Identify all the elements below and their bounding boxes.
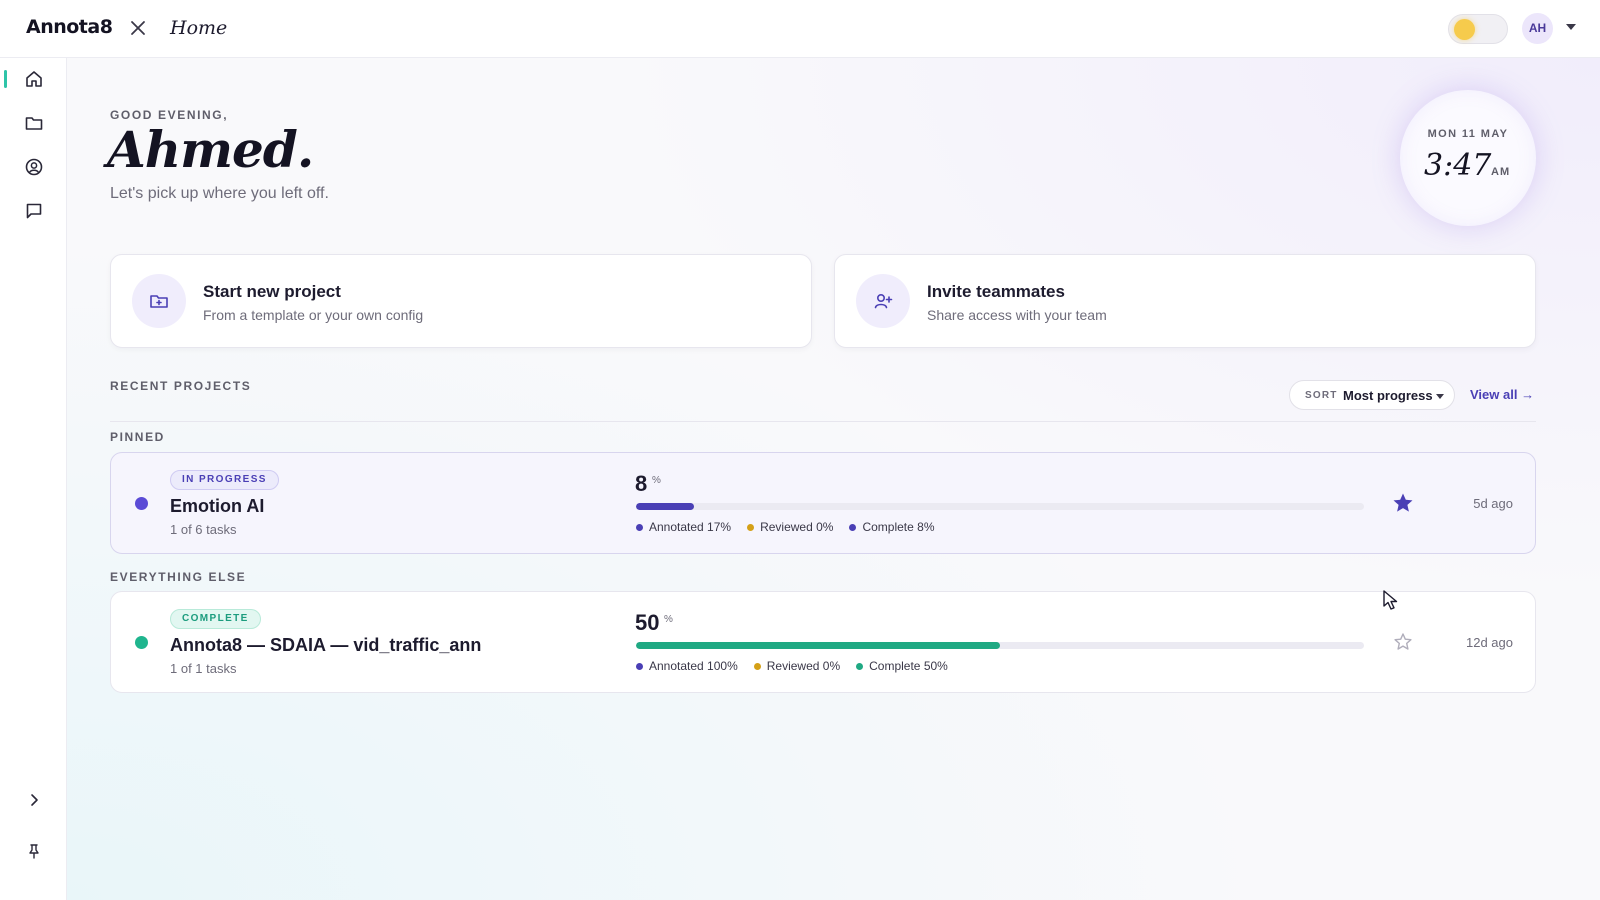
expand-sidebar-button[interactable] — [22, 788, 46, 812]
sidebar — [0, 58, 67, 900]
sort-dropdown[interactable]: SORT Most progress — [1289, 380, 1455, 410]
home-icon — [26, 71, 42, 87]
last-updated: 12d ago — [1466, 635, 1513, 650]
progress-percent: 50 — [635, 610, 660, 635]
everything-else-heading: EVERYTHING ELSE — [110, 570, 247, 584]
sidebar-item-account[interactable] — [22, 155, 46, 179]
legend-annotated: Annotated 17% — [636, 520, 731, 534]
folder-icon — [25, 117, 43, 130]
sun-icon — [1454, 19, 1475, 40]
last-updated: 5d ago — [1473, 496, 1513, 511]
project-tasks: 1 of 6 tasks — [170, 522, 237, 537]
pinned-heading: PINNED — [110, 430, 165, 444]
chevron-down-icon — [1436, 394, 1444, 399]
clock-date: MON 11 MAY — [1427, 128, 1509, 140]
close-icon[interactable] — [128, 18, 148, 38]
progress-fill — [636, 503, 695, 510]
star-outline-icon[interactable] — [1391, 630, 1415, 654]
legend-complete: Complete 50% — [856, 659, 948, 673]
progress-percent: 8 — [635, 471, 648, 496]
legend-complete: Complete 8% — [849, 520, 935, 534]
chevron-right-icon — [31, 794, 38, 806]
top-bar: Annota8 Home AH — [0, 0, 1600, 58]
percent-sign: % — [664, 614, 673, 625]
percent-sign: % — [652, 475, 661, 486]
legend-reviewed: Reviewed 0% — [753, 659, 840, 673]
clock-widget: MON 11 MAY 3:47 AM — [1400, 90, 1536, 226]
greeting-subtitle: Let's pick up where you left off. — [110, 185, 329, 202]
invite-teammates-card[interactable]: Invite teammates Share access with your … — [834, 254, 1536, 348]
project-tasks: 1 of 1 tasks — [170, 661, 237, 676]
greeting-name: Ahmed. — [107, 120, 314, 179]
active-indicator — [4, 70, 7, 88]
message-icon — [26, 203, 42, 219]
project-row-vid-traffic[interactable]: COMPLETE Annota8 — SDAIA — vid_traffic_a… — [110, 591, 1536, 693]
theme-toggle[interactable] — [1448, 14, 1508, 44]
status-dot — [135, 497, 148, 510]
avatar[interactable]: AH — [1522, 13, 1553, 44]
star-filled-icon[interactable] — [1391, 491, 1415, 515]
progress-bar — [636, 503, 1364, 510]
sidebar-item-projects[interactable] — [22, 111, 46, 135]
action-title: Start new project — [203, 282, 341, 301]
sidebar-item-home[interactable] — [22, 67, 46, 91]
sort-key: SORT — [1305, 390, 1338, 401]
divider — [110, 421, 1536, 422]
sidebar-item-messages[interactable] — [22, 199, 46, 223]
view-all-link[interactable]: View all → — [1470, 387, 1534, 402]
progress-fill — [636, 642, 1000, 649]
start-new-project-card[interactable]: Start new project From a template or you… — [110, 254, 812, 348]
recent-projects-heading: RECENT PROJECTS — [110, 379, 252, 393]
status-dot — [135, 636, 148, 649]
project-row-emotion-ai[interactable]: IN PROGRESS Emotion AI 1 of 6 tasks 8 % … — [110, 452, 1536, 554]
chevron-down-icon[interactable] — [1566, 24, 1576, 30]
breadcrumb: Home — [170, 17, 228, 39]
pin-sidebar-button[interactable] — [22, 839, 46, 863]
main-content: GOOD EVENING, Ahmed. Let's pick up where… — [67, 58, 1600, 900]
action-subtitle: Share access with your team — [927, 307, 1107, 323]
clock-ampm: AM — [1491, 166, 1511, 178]
status-badge: COMPLETE — [170, 609, 261, 629]
user-plus-icon — [856, 274, 910, 328]
app-logo[interactable]: Annota8 — [26, 16, 113, 38]
project-name: Annota8 — SDAIA — vid_traffic_ann — [170, 635, 482, 655]
pin-icon — [29, 844, 39, 859]
action-subtitle: From a template or your own config — [203, 307, 424, 323]
sort-value: Most progress — [1343, 388, 1433, 403]
progress-legend: Annotated 100% Reviewed 0% Complete 50% — [636, 659, 948, 673]
progress-legend: Annotated 17% Reviewed 0% Complete 8% — [636, 520, 935, 534]
status-badge: IN PROGRESS — [170, 470, 279, 490]
legend-annotated: Annotated 100% — [636, 659, 738, 673]
legend-reviewed: Reviewed 0% — [747, 520, 833, 534]
folder-plus-icon — [132, 274, 186, 328]
user-circle-icon — [25, 158, 43, 176]
action-title: Invite teammates — [927, 282, 1065, 301]
progress-bar — [636, 642, 1364, 649]
clock-time: 3:47 — [1424, 148, 1492, 183]
project-name: Emotion AI — [170, 496, 265, 516]
